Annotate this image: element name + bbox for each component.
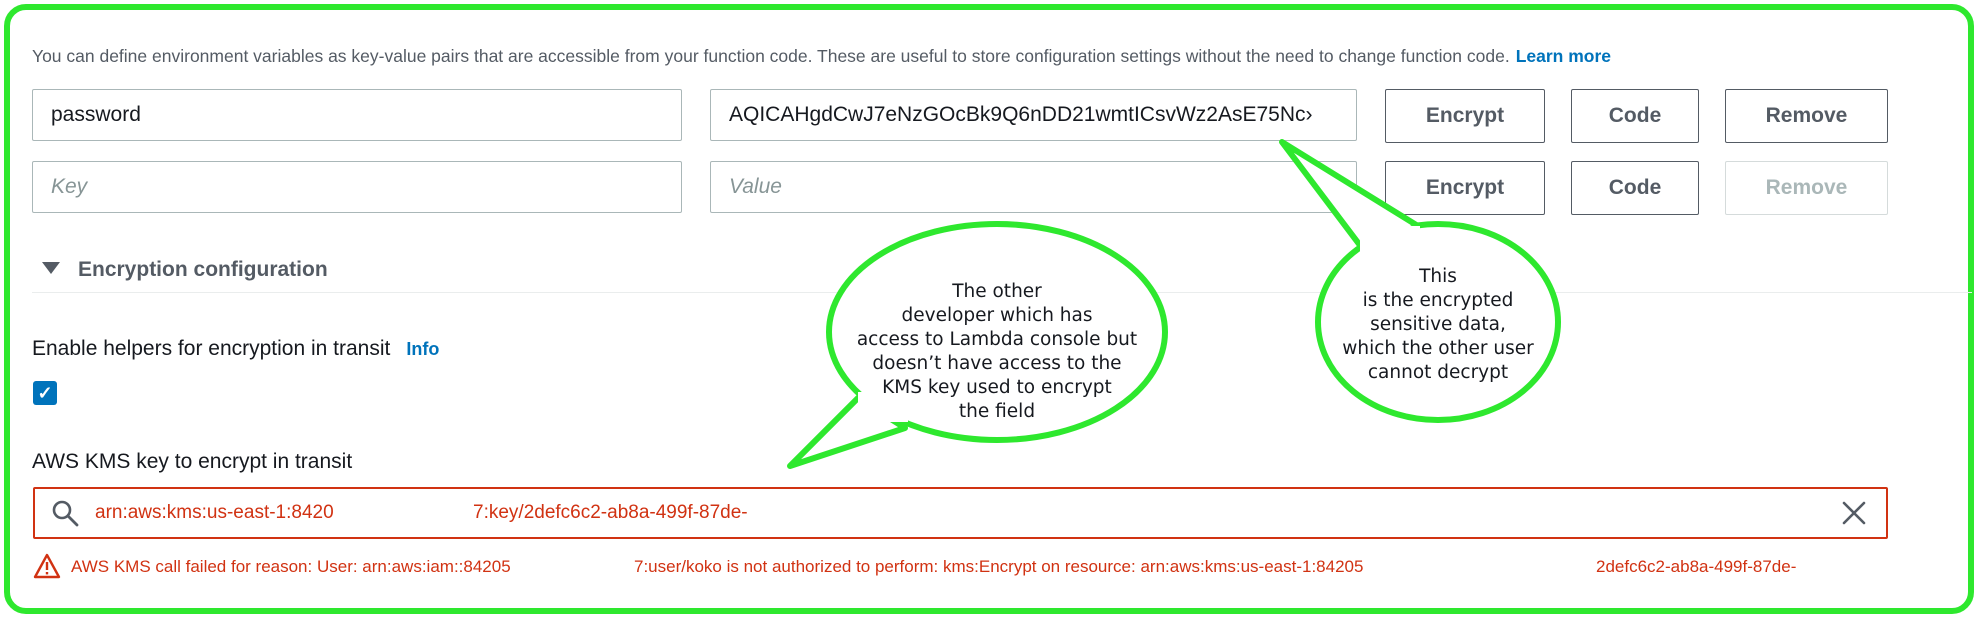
right-callout-line: cannot decrypt (1367, 362, 1509, 383)
left-callout-line: developer which has (901, 305, 1093, 326)
left-callout-text: The other developer which has access to … (835, 280, 1159, 424)
left-callout-line: access to Lambda console but (856, 329, 1138, 350)
left-callout-line: The other (952, 281, 1042, 302)
right-callout-line: sensitive data, (1370, 314, 1506, 335)
right-callout-line: which the other user (1342, 338, 1534, 359)
right-callout-text: This is the encrypted sensitive data, wh… (1318, 265, 1558, 385)
right-callout-line: is the encrypted (1362, 290, 1514, 311)
left-callout-line: doesn’t have access to the (872, 353, 1122, 374)
left-callout-line: the field (958, 401, 1036, 422)
right-callout-line: This (1419, 266, 1457, 287)
left-callout-line: KMS key used to encrypt (882, 377, 1112, 398)
